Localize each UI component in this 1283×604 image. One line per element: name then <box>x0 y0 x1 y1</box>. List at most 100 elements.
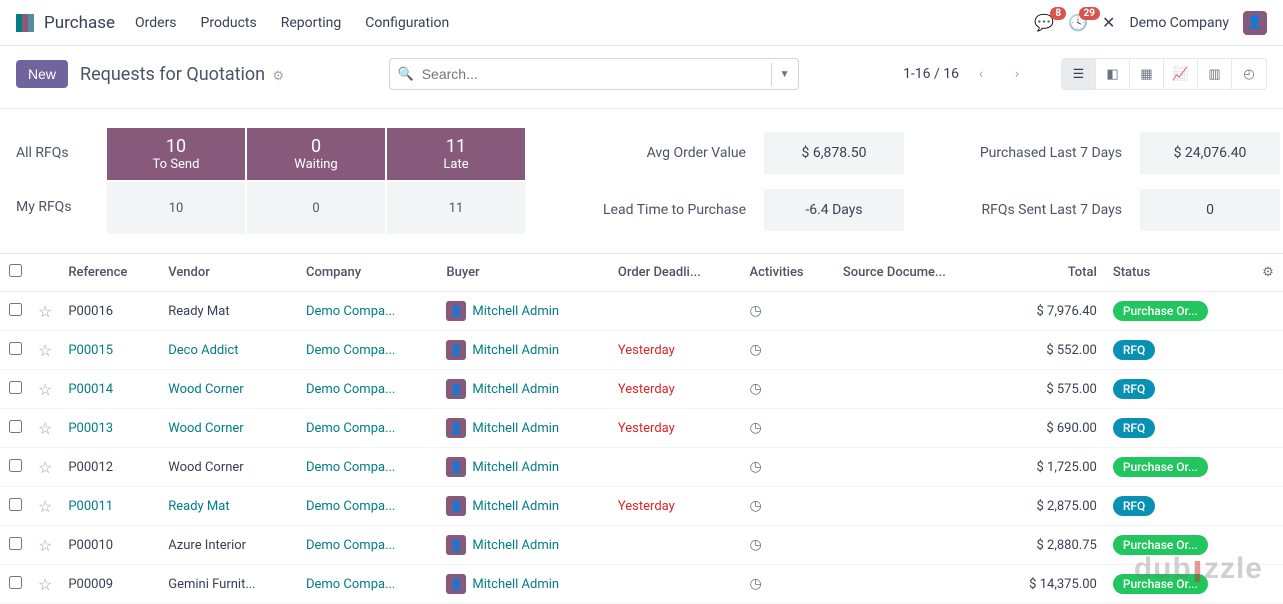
row-checkbox[interactable] <box>9 576 22 589</box>
cell-reference[interactable]: P00015 <box>68 343 113 358</box>
row-checkbox[interactable] <box>9 459 22 472</box>
pager-counter[interactable]: 1-16 / 16 <box>903 66 959 82</box>
cell-company[interactable]: Demo Compa... <box>306 499 395 514</box>
nav-link-orders[interactable]: Orders <box>135 15 177 31</box>
cell-reference[interactable]: P00016 <box>68 304 113 319</box>
user-avatar[interactable]: 👤 <box>1243 11 1267 35</box>
column-options-icon[interactable]: ⚙ <box>1253 254 1283 292</box>
dash-card-waiting[interactable]: 0Waiting <box>247 128 385 180</box>
star-icon[interactable]: ☆ <box>30 409 60 448</box>
dash-row-my[interactable]: My RFQs <box>16 181 106 233</box>
row-checkbox[interactable] <box>9 537 22 550</box>
th-source[interactable]: Source Docume... <box>835 254 993 292</box>
view-list-icon[interactable]: ☰ <box>1062 59 1096 89</box>
table-row[interactable]: ☆P00015Deco AddictDemo Compa...👤Mitchell… <box>0 331 1283 370</box>
th-buyer[interactable]: Buyer <box>438 254 610 292</box>
cell-company[interactable]: Demo Compa... <box>306 304 395 319</box>
dash-card-tosend[interactable]: 10To Send <box>107 128 245 180</box>
cell-buyer[interactable]: Mitchell Admin <box>472 304 559 319</box>
cell-buyer[interactable]: Mitchell Admin <box>472 538 559 553</box>
clock-icon[interactable]: ◷ <box>750 303 762 319</box>
star-icon[interactable]: ☆ <box>30 292 60 331</box>
nav-link-reporting[interactable]: Reporting <box>281 15 342 31</box>
cell-vendor[interactable]: Gemini Furnit... <box>168 577 255 592</box>
cell-buyer[interactable]: Mitchell Admin <box>472 499 559 514</box>
th-vendor[interactable]: Vendor <box>160 254 298 292</box>
cell-buyer[interactable]: Mitchell Admin <box>472 577 559 592</box>
th-total[interactable]: Total <box>993 254 1104 292</box>
cell-reference[interactable]: P00011 <box>68 499 113 514</box>
dash-my-waiting[interactable]: 0 <box>247 182 385 234</box>
cell-company[interactable]: Demo Compa... <box>306 343 395 358</box>
cell-buyer[interactable]: Mitchell Admin <box>472 460 559 475</box>
app-icon[interactable] <box>16 14 34 32</box>
metric-lead-value[interactable]: -6.4 Days <box>764 189 904 231</box>
clock-icon[interactable]: ◷ <box>750 459 762 475</box>
cell-vendor[interactable]: Wood Corner <box>168 460 243 475</box>
search-input[interactable] <box>422 66 771 82</box>
table-row[interactable]: ☆P00011Ready MatDemo Compa...👤Mitchell A… <box>0 487 1283 526</box>
th-reference[interactable]: Reference <box>60 254 160 292</box>
cell-company[interactable]: Demo Compa... <box>306 460 395 475</box>
metric-purchased-value[interactable]: $ 24,076.40 <box>1140 132 1280 174</box>
table-row[interactable]: ☆P00016Ready MatDemo Compa...👤Mitchell A… <box>0 292 1283 331</box>
table-row[interactable]: ☆P00012Wood CornerDemo Compa...👤Mitchell… <box>0 448 1283 487</box>
activities-icon[interactable]: 🕓29 <box>1068 13 1088 32</box>
cell-reference[interactable]: P00009 <box>68 577 113 592</box>
star-icon[interactable]: ☆ <box>30 526 60 565</box>
messaging-icon[interactable]: 💬8 <box>1034 13 1054 32</box>
cell-buyer[interactable]: Mitchell Admin <box>472 421 559 436</box>
cell-vendor[interactable]: Wood Corner <box>168 382 243 397</box>
table-row[interactable]: ☆P00013Wood CornerDemo Compa...👤Mitchell… <box>0 409 1283 448</box>
select-all-checkbox[interactable] <box>9 264 22 277</box>
th-deadline[interactable]: Order Deadli... <box>610 254 742 292</box>
tray-icon[interactable]: ✕ <box>1102 13 1115 32</box>
pager-prev[interactable]: ‹ <box>967 60 995 88</box>
cell-buyer[interactable]: Mitchell Admin <box>472 343 559 358</box>
star-icon[interactable]: ☆ <box>30 487 60 526</box>
star-icon[interactable]: ☆ <box>30 370 60 409</box>
row-checkbox[interactable] <box>9 498 22 511</box>
nav-link-configuration[interactable]: Configuration <box>365 15 449 31</box>
cell-buyer[interactable]: Mitchell Admin <box>472 382 559 397</box>
cell-vendor[interactable]: Ready Mat <box>168 304 229 319</box>
cell-company[interactable]: Demo Compa... <box>306 577 395 592</box>
dash-row-all[interactable]: All RFQs <box>16 127 106 179</box>
cell-vendor[interactable]: Azure Interior <box>168 538 246 553</box>
nav-link-products[interactable]: Products <box>201 15 257 31</box>
view-pivot-icon[interactable]: ▦ <box>1130 59 1164 89</box>
metric-avg-value[interactable]: $ 6,878.50 <box>764 132 904 174</box>
row-checkbox[interactable] <box>9 303 22 316</box>
view-kanban-icon[interactable]: ◧ <box>1096 59 1130 89</box>
th-status[interactable]: Status <box>1105 254 1253 292</box>
clock-icon[interactable]: ◷ <box>750 537 762 553</box>
clock-icon[interactable]: ◷ <box>750 498 762 514</box>
cell-reference[interactable]: P00014 <box>68 382 113 397</box>
table-row[interactable]: ☆P00010Azure InteriorDemo Compa...👤Mitch… <box>0 526 1283 565</box>
pager-next[interactable]: › <box>1003 60 1031 88</box>
cell-company[interactable]: Demo Compa... <box>306 538 395 553</box>
cell-company[interactable]: Demo Compa... <box>306 421 395 436</box>
cell-vendor[interactable]: Ready Mat <box>168 499 229 514</box>
star-icon[interactable]: ☆ <box>30 331 60 370</box>
table-row[interactable]: ☆P00009Gemini Furnit...Demo Compa...👤Mit… <box>0 565 1283 604</box>
app-name[interactable]: Purchase <box>44 13 115 33</box>
row-checkbox[interactable] <box>9 342 22 355</box>
row-checkbox[interactable] <box>9 381 22 394</box>
view-graph-icon[interactable]: 📈 <box>1164 59 1198 89</box>
metric-sent-value[interactable]: 0 <box>1140 189 1280 231</box>
dash-my-late[interactable]: 11 <box>387 182 525 234</box>
clock-icon[interactable]: ◷ <box>750 342 762 358</box>
view-calendar-icon[interactable]: ▥ <box>1198 59 1232 89</box>
cell-vendor[interactable]: Deco Addict <box>168 343 238 358</box>
cell-company[interactable]: Demo Compa... <box>306 382 395 397</box>
dash-my-tosend[interactable]: 10 <box>107 182 245 234</box>
th-activities[interactable]: Activities <box>742 254 835 292</box>
star-icon[interactable]: ☆ <box>30 448 60 487</box>
dash-card-late[interactable]: 11Late <box>387 128 525 180</box>
cell-vendor[interactable]: Wood Corner <box>168 421 243 436</box>
row-checkbox[interactable] <box>9 420 22 433</box>
gear-icon[interactable]: ⚙ <box>269 69 284 84</box>
clock-icon[interactable]: ◷ <box>750 381 762 397</box>
cell-reference[interactable]: P00012 <box>68 460 113 475</box>
